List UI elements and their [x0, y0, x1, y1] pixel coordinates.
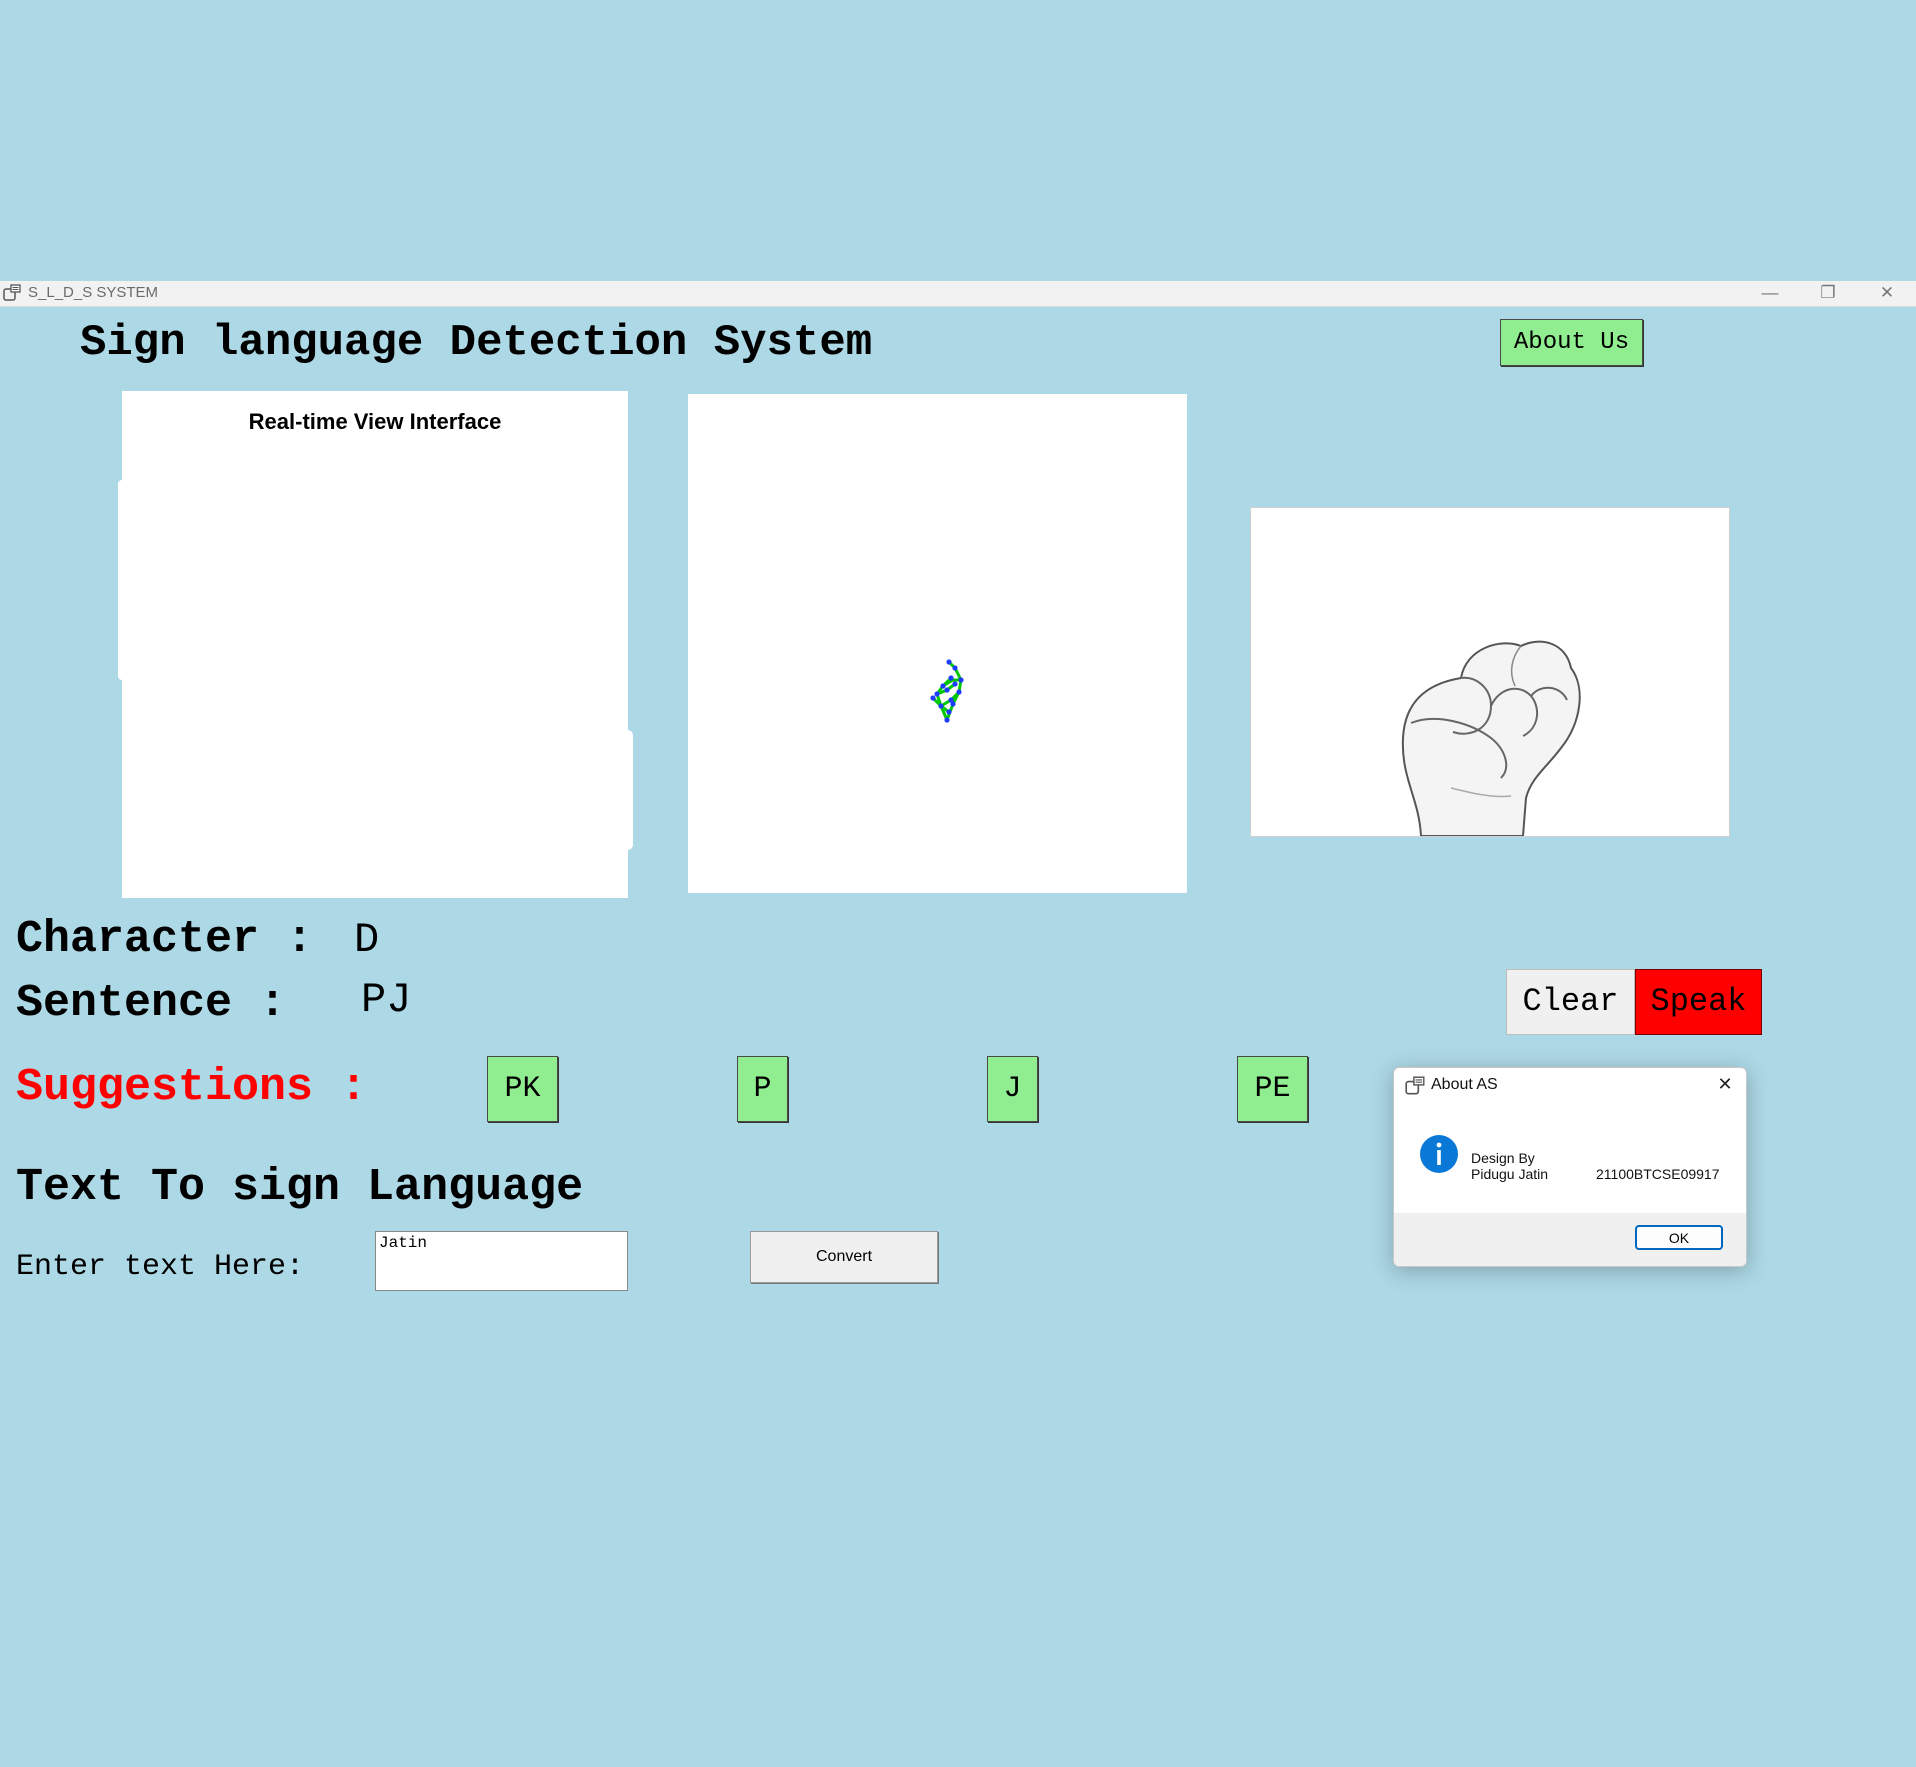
dialog-line-1: Design By — [1471, 1150, 1535, 1166]
text-to-sign-heading: Text To sign Language — [16, 1162, 584, 1213]
sentence-value: PJ — [361, 976, 412, 1024]
suggestion-button-3[interactable]: J — [987, 1056, 1038, 1122]
character-value: D — [354, 916, 380, 964]
suggestion-button-1[interactable]: PK — [487, 1056, 558, 1122]
dialog-close-icon[interactable]: ✕ — [1712, 1071, 1738, 1097]
window-title: S_L_D_S SYSTEM — [28, 284, 159, 301]
about-dialog: About AS ✕ Design By Pidugu Jatin 21100B… — [1393, 1067, 1747, 1267]
enter-text-label: Enter text Here: — [16, 1250, 305, 1284]
info-icon — [1420, 1135, 1458, 1173]
realtime-view-label: Real-time View Interface — [248, 409, 502, 434]
suggestions-label: Suggestions : — [16, 1062, 368, 1113]
character-label: Character : — [16, 914, 314, 965]
panel-edge-left — [118, 480, 126, 680]
app-heading: Sign language Detection System — [80, 318, 873, 368]
suggestion-button-2[interactable]: P — [737, 1056, 788, 1122]
panel-edge-right — [622, 730, 633, 850]
window-titlebar: S_L_D_S SYSTEM — ❐ ✕ — [0, 281, 1916, 307]
text-input[interactable]: Jatin — [375, 1231, 628, 1291]
realtime-view-panel: Real-time View Interface — [122, 391, 628, 898]
dialog-app-icon — [1405, 1076, 1425, 1095]
dialog-title: About AS — [1431, 1076, 1498, 1093]
ok-button[interactable]: OK — [1635, 1225, 1723, 1250]
maximize-icon[interactable]: ❐ — [1799, 281, 1857, 306]
dialog-line-2: Pidugu Jatin — [1471, 1166, 1549, 1182]
minimize-icon[interactable]: — — [1741, 281, 1799, 306]
convert-button[interactable]: Convert — [750, 1231, 938, 1283]
speak-button[interactable]: Speak — [1635, 969, 1762, 1035]
clear-button[interactable]: Clear — [1506, 969, 1635, 1035]
fist-sign-image — [1401, 640, 1581, 836]
hand-skeleton-panel — [688, 394, 1187, 893]
about-us-button[interactable]: About Us — [1500, 319, 1643, 366]
sentence-label: Sentence : — [16, 978, 287, 1029]
close-icon[interactable]: ✕ — [1858, 281, 1916, 306]
hand-skeleton-icon — [930, 659, 964, 723]
app-icon — [3, 284, 21, 301]
dialog-id-text: 21100BTCSE09917 — [1596, 1166, 1720, 1182]
suggestion-button-4[interactable]: PE — [1237, 1056, 1308, 1122]
sign-image-panel — [1250, 507, 1730, 837]
